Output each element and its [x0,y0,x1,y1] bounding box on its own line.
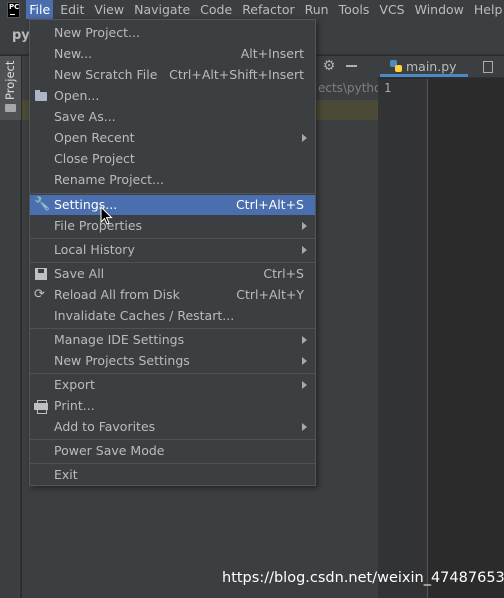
menu-item-new-scratch-file[interactable]: New Scratch File Ctrl+Alt+Shift+Insert [30,65,315,85]
menu-item-new-project[interactable]: New Project... [30,23,315,43]
menu-item-label: Manage IDE Settings [54,332,185,347]
menu-item-power-save-mode[interactable]: Power Save Mode [30,441,315,461]
menu-item-print[interactable]: Print... [30,396,315,416]
project-tab-label: Project [3,60,17,100]
tab-label: main.py [406,59,457,74]
menu-separator [30,463,315,464]
python-file-icon [389,59,403,73]
shortcut-label: Alt+Insert [240,46,304,61]
menu-item-reload-all[interactable]: ⟳ Reload All from Disk Ctrl+Alt+Y [30,285,315,305]
menu-item-open[interactable]: Open... [30,86,315,106]
menu-item-label: File Properties [54,218,143,233]
menu-item-rename-project[interactable]: Rename Project... [30,170,315,190]
shortcut-label: Ctrl+Alt+Y [236,287,304,302]
line-number: 1 [384,81,392,95]
file-menu-dropdown: New Project... New... Alt+Insert New Scr… [29,19,316,486]
menu-item-close-project[interactable]: Close Project [30,149,315,169]
menu-item-label: Open... [54,88,100,103]
menu-item-label: Close Project [54,151,135,166]
project-name-breadcrumb[interactable]: py [12,28,30,43]
menu-tools[interactable]: Tools [336,0,373,19]
menu-item-manage-ide-settings[interactable]: Manage IDE Settings [30,330,315,350]
menu-separator [30,193,315,194]
project-path-text: ects\pytho [318,81,382,95]
menu-item-label: Add to Favorites [54,419,156,434]
menu-file[interactable]: File [26,0,54,19]
submenu-arrow-icon [302,381,307,389]
line-number-gutter [378,79,428,598]
menu-item-label: New... [54,46,93,61]
menu-item-new[interactable]: New... Alt+Insert [30,44,315,64]
menu-run[interactable]: Run [302,0,332,19]
submenu-arrow-icon [302,336,307,344]
menu-item-new-projects-settings[interactable]: New Projects Settings [30,351,315,371]
watermark-text: https://blog.csdn.net/weixin_47487653 [222,570,504,586]
menu-item-label: New Scratch File [54,67,158,82]
menu-code[interactable]: Code [197,0,235,19]
save-icon [34,267,48,281]
left-tool-strip: Project [0,56,21,598]
editor-tab-bar: main.py [378,56,504,78]
menu-item-label: Save As... [54,109,116,124]
menu-item-label: Power Save Mode [54,443,165,458]
menu-separator [30,262,315,263]
menu-vcs[interactable]: VCS [376,0,407,19]
submenu-arrow-icon [302,134,307,142]
menu-item-label: Print... [54,398,95,413]
menu-separator [30,373,315,374]
menu-item-label: Invalidate Caches / Restart... [54,308,235,323]
print-icon [34,399,48,414]
menu-item-invalidate-caches[interactable]: Invalidate Caches / Restart... [30,306,315,326]
menu-separator [30,328,315,329]
reload-icon: ⟳ [34,287,45,302]
menu-item-label: Rename Project... [54,172,164,187]
shortcut-label: Ctrl+Alt+S [235,197,304,212]
menu-refactor[interactable]: Refactor [239,0,297,19]
menu-edit[interactable]: Edit [57,0,87,19]
menu-item-save-as[interactable]: Save As... [30,107,315,127]
menu-help[interactable]: Help [471,0,504,19]
submenu-arrow-icon [302,423,307,431]
menu-separator [30,238,315,239]
menu-item-label: Open Recent [54,130,135,145]
menu-item-label: New Projects Settings [54,353,190,368]
menu-navigate[interactable]: Navigate [131,0,193,19]
wrench-icon: 🔧 [34,197,51,212]
project-panel-toolbar: ⚙ [322,57,357,75]
submenu-arrow-icon [302,246,307,254]
pycharm-app-icon: PC [7,1,21,18]
menu-item-label: Export [54,377,95,392]
shortcut-label: Ctrl+Alt+Shift+Insert [169,67,304,82]
menu-item-export[interactable]: Export [30,375,315,395]
code-editor[interactable] [429,79,504,598]
submenu-arrow-icon [302,357,307,365]
submenu-arrow-icon [302,222,307,230]
project-tool-tab[interactable]: Project [0,56,21,120]
menu-item-label: Save All [54,266,105,281]
hide-panel-icon[interactable] [346,65,357,67]
menu-item-label: Reload All from Disk [54,287,180,302]
shortcut-label: Ctrl+S [263,266,304,281]
gear-icon[interactable]: ⚙ [322,59,336,73]
menu-item-open-recent[interactable]: Open Recent [30,128,315,148]
menu-item-add-to-favorites[interactable]: Add to Favorites [30,417,315,437]
open-folder-icon [34,89,48,103]
menu-item-label: Exit [54,467,78,482]
tab-main-py[interactable]: main.py [380,56,468,77]
folder-icon [5,104,16,112]
menu-separator [30,439,315,440]
file-icon[interactable] [483,61,493,73]
menu-item-local-history[interactable]: Local History [30,240,315,260]
menu-window[interactable]: Window [412,0,467,19]
menu-view[interactable]: View [91,0,127,19]
menu-item-label: New Project... [54,25,140,40]
main-menu-bar: PC File Edit View Navigate Code Refactor… [0,0,504,19]
menu-item-file-properties[interactable]: File Properties [30,216,315,236]
menu-item-exit[interactable]: Exit [30,465,315,485]
menu-item-save-all[interactable]: Save All Ctrl+S [30,264,315,284]
menu-item-label: Local History [54,242,135,257]
menu-item-settings[interactable]: 🔧 Settings... Ctrl+Alt+S [30,195,315,215]
